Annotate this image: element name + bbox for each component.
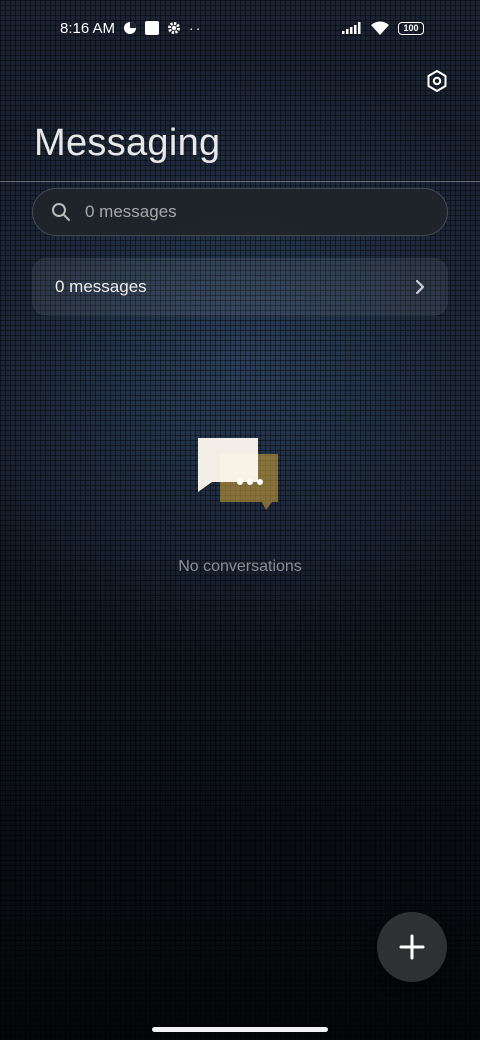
search-input[interactable] — [83, 201, 387, 223]
home-indicator[interactable] — [152, 1027, 328, 1032]
more-notifications-icon: ·· — [189, 20, 203, 36]
settings-hexagon-icon — [427, 70, 447, 92]
empty-state: No conversations — [0, 430, 480, 576]
status-bar: 8:16 AM ·· 100 — [0, 0, 480, 56]
data-saver-icon — [123, 21, 137, 35]
chevron-right-icon — [414, 279, 426, 295]
messages-summary-row[interactable]: 0 messages — [32, 258, 448, 316]
status-time: 8:16 AM — [60, 19, 116, 37]
chat-bubbles-icon — [198, 438, 278, 510]
search-icon — [51, 202, 71, 222]
title-divider — [0, 181, 480, 182]
summary-label: 0 messages — [55, 277, 147, 296]
gear-icon — [167, 21, 181, 35]
plus-icon — [399, 934, 425, 960]
battery-icon: 100 — [398, 21, 424, 35]
wifi-icon — [370, 21, 390, 36]
settings-button[interactable] — [422, 66, 452, 96]
app-notification-icon — [145, 21, 160, 35]
page-title: Messaging — [34, 122, 221, 164]
new-conversation-button[interactable] — [377, 912, 447, 982]
signal-icon — [342, 22, 362, 34]
empty-state-text: No conversations — [178, 558, 302, 575]
search-bar[interactable] — [32, 188, 448, 236]
